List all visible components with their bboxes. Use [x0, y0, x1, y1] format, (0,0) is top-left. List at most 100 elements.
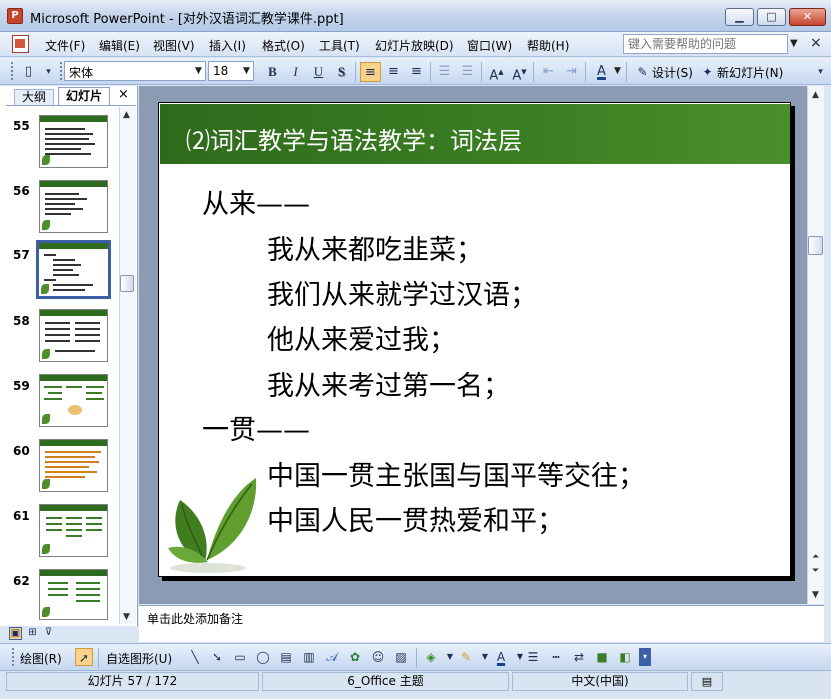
slideshow-view-icon[interactable]: ⊽ [42, 627, 55, 640]
help-dropdown-icon[interactable]: ▼ [790, 38, 798, 49]
fill-color-icon[interactable]: ◈ [422, 648, 440, 666]
normal-view-icon[interactable]: ▣ [9, 627, 22, 640]
pane-close-button[interactable]: × [118, 87, 129, 102]
shadow-style-icon[interactable]: ■ [593, 648, 611, 666]
slide-thumbnail[interactable] [39, 115, 108, 168]
menu-edit[interactable]: 编辑(E) [99, 37, 140, 54]
slide-thumbnail[interactable] [39, 309, 108, 362]
slide-example-line[interactable]: 他从来爱过我； [267, 318, 456, 357]
dash-style-icon[interactable]: ┅ [547, 648, 565, 666]
slide-heading-yiguan[interactable]: 一贯—— [202, 408, 310, 447]
font-size-dropdown-icon[interactable]: ▼ [243, 66, 250, 76]
bold-button[interactable]: B [262, 62, 283, 82]
draw-menu-button[interactable]: 绘图(R) [20, 650, 62, 667]
maximize-button[interactable]: □ [757, 8, 786, 26]
notes-placeholder[interactable]: 单击此处添加备注 [147, 610, 243, 627]
increase-indent-icon[interactable]: ⇥ [561, 62, 582, 82]
toolbar-grip[interactable] [11, 62, 14, 80]
slide-example-line[interactable]: 中国人民一贯热爱和平； [267, 499, 564, 538]
arrow-icon[interactable]: ➘ [208, 648, 226, 666]
slide-thumbnail[interactable] [39, 439, 108, 492]
menu-window[interactable]: 窗口(W) [467, 37, 512, 54]
slide-thumbnail-selected[interactable] [36, 240, 111, 299]
oval-icon[interactable]: ◯ [254, 648, 272, 666]
shadow-button[interactable]: S [331, 62, 352, 82]
new-slide-icon[interactable]: ✦ [697, 62, 718, 82]
increase-font-size-icon[interactable]: A▲ [486, 62, 507, 83]
close-button[interactable]: ✕ [789, 8, 826, 26]
font-color-dropdown-icon[interactable]: ▼ [614, 66, 621, 76]
tab-outline[interactable]: 大纲 [14, 89, 54, 106]
align-center-icon[interactable]: ≡ [383, 62, 404, 82]
slide-heading-conglai[interactable]: 从来—— [202, 182, 310, 221]
clip-art-icon[interactable]: ☺ [369, 648, 387, 666]
previous-slide-icon[interactable]: ⏶ [812, 552, 819, 562]
slides-pane-scroll-thumb[interactable] [120, 275, 134, 292]
slides-pane-scrollbar[interactable] [119, 107, 136, 624]
slide-sorter-view-icon[interactable]: ⊞ [26, 627, 39, 640]
bullets-icon[interactable]: ☰ [457, 62, 478, 82]
decrease-indent-icon[interactable]: ⇤ [538, 62, 559, 82]
toolbar-grip[interactable] [12, 648, 15, 666]
arrow-style-icon[interactable]: ⇄ [570, 648, 588, 666]
minimize-button[interactable]: ▁ [725, 8, 754, 26]
align-right-icon[interactable]: ≡ [406, 62, 427, 82]
decrease-font-size-icon[interactable]: A▼ [509, 62, 530, 83]
font-color-icon[interactable]: A [492, 648, 510, 666]
rectangle-icon[interactable]: ▭ [231, 648, 249, 666]
numbering-icon[interactable]: ☰ [434, 62, 455, 82]
slide-example-line[interactable]: 我从来考过第一名； [267, 364, 510, 403]
slide-thumbnail[interactable] [39, 569, 108, 620]
vertical-text-box-icon[interactable]: ▥ [300, 648, 318, 666]
slide-scroll-thumb[interactable] [808, 236, 823, 255]
font-color-icon[interactable]: A [591, 62, 612, 82]
slide-thumbnail[interactable] [39, 504, 108, 557]
toolbar-options-icon[interactable]: ▾ [38, 62, 59, 82]
status-theme[interactable]: 6_Office 主题 [262, 672, 509, 691]
autoshapes-menu-button[interactable]: 自选图形(U) [106, 650, 172, 667]
slide-example-line[interactable]: 我从来都吃韭菜； [267, 228, 483, 267]
next-slide-icon[interactable]: ⏷ [812, 566, 819, 576]
design-button[interactable]: 设计(S) [652, 64, 693, 81]
powerpoint-app-icon[interactable]: P [7, 8, 23, 24]
slide-example-line[interactable]: 中国一贯主张国与国平等交往； [267, 454, 645, 493]
spelling-check-icon[interactable]: ▤ [691, 672, 723, 691]
font-name-combo[interactable]: 宋体 [64, 61, 206, 81]
scroll-down-icon[interactable]: ▼ [812, 590, 819, 600]
slide-scrollbar[interactable] [807, 86, 824, 604]
menu-slideshow[interactable]: 幻灯片放映(D) [375, 37, 454, 54]
slide-thumbnail[interactable] [39, 374, 108, 427]
menu-file[interactable]: 文件(F) [45, 37, 85, 54]
underline-button[interactable]: U [308, 62, 329, 82]
tab-slides[interactable]: 幻灯片 [58, 87, 110, 106]
slide-title[interactable]: ⑵词汇教学与语法教学：词法层 [186, 121, 522, 156]
diagram-icon[interactable]: ✿ [346, 648, 364, 666]
line-style-icon[interactable]: ☰ [524, 648, 542, 666]
menu-help[interactable]: 帮助(H) [527, 37, 569, 54]
menu-insert[interactable]: 插入(I) [209, 37, 246, 54]
toolbar-options-icon[interactable]: ▾ [810, 62, 831, 82]
picture-icon[interactable]: ▨ [392, 648, 410, 666]
line-icon[interactable]: ╲ [186, 648, 204, 666]
scroll-up-icon[interactable]: ▲ [812, 90, 819, 100]
wordart-icon[interactable]: 𝒜 [323, 648, 341, 666]
align-left-icon[interactable]: ≡ [360, 62, 381, 82]
3d-style-icon[interactable]: ◧ [616, 648, 634, 666]
slide-thumbnail[interactable] [39, 180, 108, 233]
line-color-icon[interactable]: ✎ [457, 648, 475, 666]
italic-button[interactable]: I [285, 62, 306, 82]
document-icon[interactable] [12, 35, 29, 53]
slide-example-line[interactable]: 我们从来就学过汉语； [267, 273, 537, 312]
new-document-icon[interactable]: ▯ [18, 62, 39, 82]
toolbar-grip[interactable] [60, 62, 63, 80]
help-search-input[interactable] [623, 34, 788, 54]
menu-tools[interactable]: 工具(T) [319, 37, 360, 54]
font-name-dropdown-icon[interactable]: ▼ [195, 66, 202, 76]
menu-format[interactable]: 格式(O) [262, 37, 305, 54]
toolbar-options-icon[interactable]: ▾ [639, 648, 651, 666]
scroll-up-icon[interactable]: ▲ [123, 110, 130, 120]
document-close-button[interactable]: × [810, 35, 822, 51]
scroll-down-icon[interactable]: ▼ [123, 612, 130, 622]
text-box-icon[interactable]: ▤ [277, 648, 295, 666]
new-slide-button[interactable]: 新幻灯片(N) [717, 64, 783, 81]
